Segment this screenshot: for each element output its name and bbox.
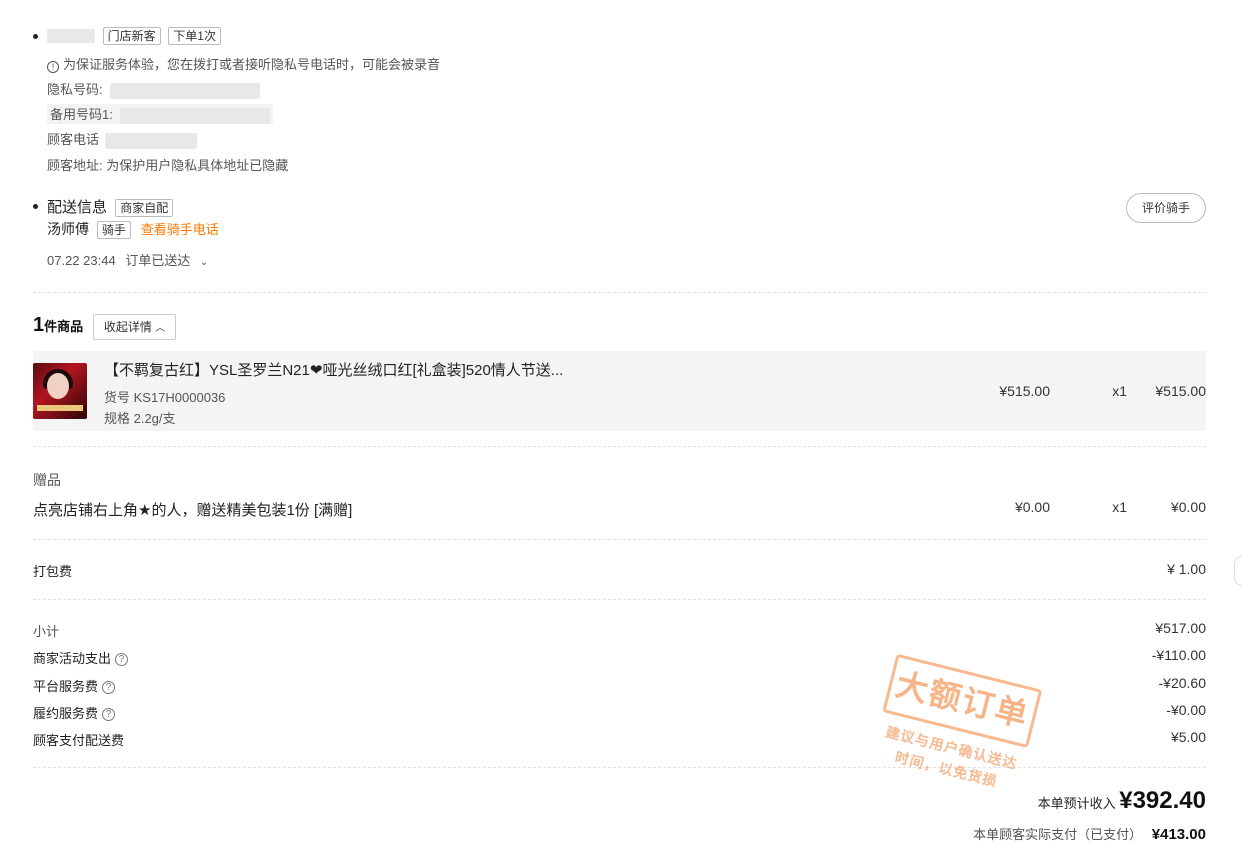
gift-name: 点亮店铺右上角★的人，赠送精美包装1份 [满赠]	[33, 502, 353, 519]
rider-tag: 骑手	[96, 221, 131, 240]
goods-count-suffix: 件商品	[44, 319, 84, 334]
packing-fee-label: 打包费	[33, 564, 73, 579]
delivery-header: 配送信息 商家自配	[47, 196, 174, 218]
help-icon[interactable]: ?	[102, 681, 116, 695]
gift-title: 赠品	[33, 472, 61, 488]
product-price: ¥515.00	[999, 383, 1050, 399]
delivery-bullet	[33, 204, 38, 209]
expected-income-label: 本单预计收入	[1037, 796, 1116, 811]
customer-bullet	[33, 34, 38, 39]
help-icon[interactable]: ?	[115, 653, 129, 667]
divider	[33, 539, 1206, 540]
rider-row: 汤师傅 骑手 查看骑手电话	[47, 219, 219, 240]
help-icon[interactable]: ?	[102, 708, 116, 722]
privacy-notice-text: 为保证服务体验，您在拨打或者接听隐私号电话时，可能会被录音	[63, 57, 441, 72]
delivery-status-text: 订单已送达	[125, 253, 191, 268]
fulfillment-fee-value: -¥0.00	[1166, 702, 1206, 718]
order-detail-page: 门店新客 下单1次 ! 为保证服务体验，您在拨打或者接听隐私号电话时，可能会被录音…	[0, 0, 1242, 863]
delivery-status-time: 07.22 23:44	[47, 253, 116, 268]
backup-number-row: 备用号码1:	[47, 104, 274, 124]
chevron-up-icon: ︿	[155, 323, 166, 334]
gift-price: ¥0.00	[1014, 499, 1050, 515]
platform-fee-row: 平台服务费?	[33, 676, 116, 695]
gift-total: ¥0.00	[1170, 499, 1206, 515]
goods-count-number: 1	[33, 314, 45, 336]
expected-income-value: ¥392.40	[1119, 787, 1206, 814]
divider	[33, 292, 1206, 293]
customer-paid-value: ¥413.00	[1151, 826, 1206, 843]
customer-phone-label: 顾客电话	[47, 132, 100, 147]
goods-count: 1件商品	[33, 314, 83, 337]
merchant-promo-label: 商家活动支出	[33, 651, 112, 666]
rider-name: 汤师傅	[47, 221, 89, 237]
privacy-notice: ! 为保证服务体验，您在拨打或者接听隐私号电话时，可能会被录音	[47, 54, 440, 73]
delivery-status-toggle[interactable]: 07.22 23:44 订单已送达 ⌄	[47, 250, 208, 269]
product-sku: 货号 KS17H0000036	[104, 390, 226, 405]
customer-address-label: 顾客地址:	[47, 158, 103, 173]
delivery-mode-tag: 商家自配	[115, 199, 174, 218]
info-icon: !	[47, 61, 59, 73]
view-rider-phone-link[interactable]: 查看骑手电话	[141, 222, 219, 237]
backup-number-redacted	[120, 107, 271, 124]
product-total: ¥515.00	[1155, 383, 1206, 399]
divider	[33, 446, 1206, 447]
customer-tag-new: 门店新客	[102, 27, 161, 45]
customer-paid-row: 本单顾客实际支付（已支付） ¥413.00	[700, 824, 1206, 843]
customer-phone-redacted	[104, 132, 197, 149]
side-scroll-handle[interactable]	[1234, 556, 1242, 586]
collapse-details-button[interactable]: 收起详情 ︿	[93, 314, 176, 340]
customer-name-redacted	[47, 29, 95, 43]
rate-rider-button[interactable]: 评价骑手	[1126, 193, 1206, 223]
subtotal-value: ¥517.00	[1155, 620, 1206, 636]
customer-address-row: 顾客地址: 为保护用户隐私具体地址已隐藏	[47, 155, 288, 174]
delivery-fee-label: 顾客支付配送费	[33, 733, 125, 748]
packing-fee-value: ¥ 1.00	[1167, 561, 1206, 577]
customer-header: 门店新客 下单1次	[47, 27, 221, 45]
product-name: 【不羁复古红】YSL圣罗兰N21❤哑光丝绒口红[礼盒装]520情人节送...	[104, 362, 564, 379]
merchant-promo-value: -¥110.00	[1151, 647, 1206, 663]
privacy-number-label: 隐私号码:	[47, 82, 103, 97]
merchant-promo-row: 商家活动支出?	[33, 648, 129, 667]
delivery-title: 配送信息	[47, 199, 108, 216]
privacy-number-row: 隐私号码:	[47, 79, 261, 99]
chevron-down-icon: ⌄	[199, 257, 209, 268]
privacy-number-redacted	[110, 82, 261, 99]
fulfillment-fee-row: 履约服务费?	[33, 703, 116, 722]
customer-address-value: 为保护用户隐私具体地址已隐藏	[106, 158, 289, 173]
subtotal-label: 小计	[33, 624, 60, 639]
product-spec: 规格 2.2g/支	[104, 411, 176, 426]
goods-item-row: 【不羁复古红】YSL圣罗兰N21❤哑光丝绒口红[礼盒装]520情人节送... 货…	[33, 351, 1206, 431]
fulfillment-fee-label: 履约服务费	[33, 706, 99, 721]
collapse-details-label: 收起详情	[103, 320, 152, 334]
backup-number-label: 备用号码1:	[50, 107, 113, 122]
divider	[33, 599, 1206, 600]
product-thumbnail	[33, 363, 87, 419]
customer-tag-orders: 下单1次	[168, 27, 221, 45]
platform-fee-value: -¥20.60	[1158, 675, 1206, 691]
customer-paid-label: 本单顾客实际支付（已支付）	[973, 827, 1143, 842]
delivery-fee-value: ¥5.00	[1170, 729, 1206, 745]
platform-fee-label: 平台服务费	[33, 679, 99, 694]
customer-phone-row: 顾客电话	[47, 129, 197, 149]
